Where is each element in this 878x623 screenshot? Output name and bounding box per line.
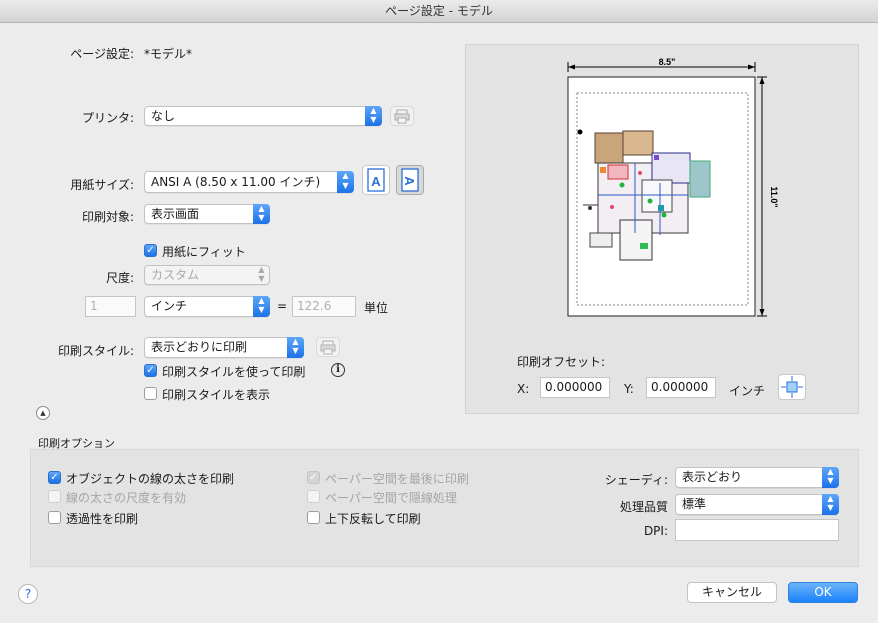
quality-label: 処理品質 [619, 500, 668, 514]
plot-style-label: 印刷スタイル: [57, 344, 134, 358]
scale-value: カスタム [151, 268, 200, 282]
svg-text:A: A [402, 176, 417, 186]
paper-size-label: 用紙サイズ: [70, 178, 134, 192]
scale-lineweights-checkbox[interactable] [48, 490, 61, 503]
hide-paperspace-checkbox[interactable] [307, 490, 320, 503]
help-button[interactable]: ? [18, 584, 38, 604]
portrait-button[interactable]: A [362, 165, 390, 195]
plot-area-value: 表示画面 [151, 207, 200, 221]
quality-select[interactable]: 標準 ▲ ▼ [675, 494, 839, 515]
window-title: ページ設定 - モデル [0, 0, 878, 23]
shading-select[interactable]: 表示どおり ▲ ▼ [675, 467, 839, 488]
upside-down-checkbox[interactable] [307, 511, 320, 524]
preview-height-label: 11.0" [769, 186, 779, 207]
plot-area-select[interactable]: 表示画面 ▲ ▼ [144, 204, 270, 224]
transparency-label: 透過性を印刷 [66, 512, 139, 526]
dpi-field[interactable] [675, 519, 839, 541]
shading-value: 表示どおり [682, 470, 743, 484]
hide-paperspace-label: ペーパー空間で隠線処理 [325, 491, 457, 505]
use-plot-style-label: 印刷スタイルを使って印刷 [162, 365, 306, 379]
quality-value: 標準 [682, 497, 707, 511]
portrait-orientation-icon: A [367, 168, 385, 192]
chevron-updown-icon: ▲ ▼ [253, 296, 270, 317]
page-setup-label: ページ設定: [70, 47, 134, 61]
transparency-checkbox[interactable] [48, 511, 61, 524]
plot-offset-label: 印刷オフセット: [517, 355, 606, 369]
lineweights-checkbox[interactable]: ✓ [48, 471, 61, 484]
offset-x-label: X: [517, 382, 530, 396]
plot-area-label: 印刷対象: [81, 210, 134, 224]
chevron-updown-icon: ▲ ▼ [365, 106, 382, 126]
chevron-updown-icon: ▲ ▼ [258, 265, 265, 283]
offset-y-label: Y: [624, 382, 634, 396]
page-setup-value: *モデル* [144, 47, 193, 61]
paperspace-last-checkbox[interactable]: ✓ [307, 471, 320, 484]
chevron-updown-icon: ▲ ▼ [253, 204, 270, 224]
scale-label: 尺度: [105, 271, 134, 285]
scale-units-label: 単位 [364, 301, 389, 315]
printer-label: プリンタ: [81, 111, 134, 125]
svg-text:A: A [371, 174, 381, 189]
offset-y-field[interactable]: 0.000000 [646, 377, 716, 398]
collapse-options-icon[interactable]: ▲ [36, 406, 50, 420]
scale-unit-select[interactable]: インチ ▲ ▼ [144, 296, 270, 317]
plot-style-edit-button[interactable] [316, 337, 340, 357]
printer-properties-button[interactable] [390, 106, 414, 126]
landscape-button[interactable]: A [396, 165, 424, 195]
offset-unit-label: インチ [729, 384, 766, 398]
lineweights-label: オブジェクトの線の太さを印刷 [66, 472, 235, 486]
preview-width-label: 8.5" [659, 57, 676, 67]
printer-icon [394, 109, 410, 124]
chevron-updown-icon: ▲ ▼ [337, 171, 354, 193]
show-plot-style-checkbox[interactable] [144, 387, 157, 400]
info-icon[interactable]: i [331, 363, 345, 377]
fit-to-paper-label: 用紙にフィット [162, 245, 246, 259]
paper-size-select[interactable]: ANSI A (8.50 x 11.00 インチ) ▲ ▼ [144, 171, 354, 193]
page-preview: 8.5" 11.0" [567, 57, 779, 317]
scale-lineweights-label: 線の太さの尺度を有効 [66, 491, 187, 505]
chevron-updown-icon: ▲ ▼ [287, 337, 304, 358]
upside-down-label: 上下反転して印刷 [325, 512, 421, 526]
chevron-updown-icon: ▲ ▼ [822, 494, 839, 515]
use-plot-style-checkbox[interactable]: ✓ [144, 364, 157, 377]
ok-button[interactable]: OK [788, 582, 858, 603]
plot-style-value: 表示どおりに印刷 [151, 340, 248, 354]
show-plot-style-label: 印刷スタイルを表示 [162, 388, 271, 402]
center-plot-button[interactable] [778, 374, 806, 400]
scale-unit-value: インチ [151, 299, 188, 313]
paper-size-value: ANSI A (8.50 x 11.00 インチ) [151, 175, 321, 189]
chevron-updown-icon: ▲ ▼ [822, 467, 839, 488]
scale-inches-field[interactable]: 1 [85, 296, 136, 317]
paperspace-last-label: ペーパー空間を最後に印刷 [325, 472, 469, 486]
offset-x-field[interactable]: 0.000000 [540, 377, 610, 398]
printer-select[interactable]: なし ▲ ▼ [144, 106, 382, 126]
equals-sign: = [277, 299, 288, 313]
shading-label: シェーディ: [604, 473, 668, 487]
printer-edit-icon [320, 340, 336, 355]
scale-units-field[interactable]: 122.6 [292, 296, 356, 317]
printer-value: なし [151, 109, 176, 123]
dpi-label: DPI: [643, 524, 668, 538]
scale-select[interactable]: カスタム ▲ ▼ [144, 265, 270, 285]
plot-style-select[interactable]: 表示どおりに印刷 ▲ ▼ [144, 337, 304, 358]
landscape-orientation-icon: A [401, 168, 419, 192]
center-icon [781, 376, 803, 398]
fit-to-paper-checkbox[interactable]: ✓ [144, 244, 157, 257]
cancel-button[interactable]: キャンセル [687, 582, 777, 603]
